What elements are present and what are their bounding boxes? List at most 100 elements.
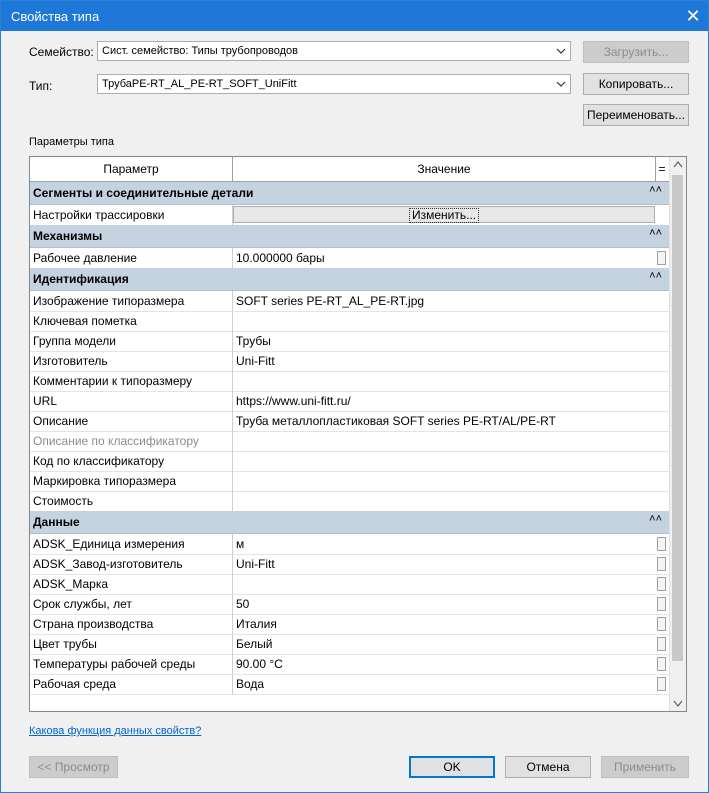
parameter-name: ADSK_Марка bbox=[33, 577, 109, 591]
column-divider bbox=[232, 491, 233, 511]
vertical-scrollbar[interactable] bbox=[669, 157, 686, 711]
group-header[interactable]: Механизмы ˄˄ bbox=[30, 225, 670, 248]
collapse-icon[interactable]: ˄˄ bbox=[649, 184, 662, 196]
parameter-value[interactable]: 10.000000 бары bbox=[236, 251, 325, 265]
help-link[interactable]: Какова функция данных свойств? bbox=[29, 725, 201, 737]
parameter-name: Рабочая среда bbox=[33, 677, 117, 691]
chevron-down-icon bbox=[556, 48, 566, 54]
parameter-row[interactable]: Настройки трассировки Изменить... bbox=[30, 205, 670, 226]
parameter-name: ADSK_Единица измерения bbox=[33, 537, 185, 551]
parameter-name: URL bbox=[33, 394, 58, 408]
collapse-icon[interactable]: ˄˄ bbox=[649, 513, 662, 525]
group-title: Механизмы bbox=[33, 229, 103, 243]
parameter-value[interactable]: м bbox=[236, 537, 244, 551]
scroll-down-icon[interactable] bbox=[673, 700, 683, 708]
load-button[interactable]: Загрузить... bbox=[583, 41, 689, 63]
column-divider bbox=[232, 331, 233, 351]
parameter-row[interactable]: ADSK_Единица измерения м bbox=[30, 534, 670, 555]
type-dropdown[interactable]: ТрубаPE-RT_AL_PE-RT_SOFT_UniFitt bbox=[97, 74, 571, 94]
parameter-name: Настройки трассировки bbox=[33, 208, 165, 222]
parameter-row[interactable]: Описание по классификатору bbox=[30, 431, 670, 452]
column-divider bbox=[232, 614, 233, 634]
title-bar[interactable]: Свойства типа ✕ bbox=[1, 1, 708, 31]
parameter-row[interactable]: Описание Труба металлопластиковая SOFT se… bbox=[30, 411, 670, 432]
parameter-row[interactable]: Маркировка типоразмера bbox=[30, 471, 670, 492]
parameter-value[interactable]: Италия bbox=[236, 617, 277, 631]
associate-parameter-button[interactable] bbox=[657, 557, 666, 571]
parameter-name: Страна производства bbox=[33, 617, 154, 631]
associate-parameter-button[interactable] bbox=[657, 577, 666, 591]
parameter-name: Маркировка типоразмера bbox=[33, 474, 177, 488]
preview-button[interactable]: << Просмотр bbox=[29, 756, 118, 778]
associate-parameter-button[interactable] bbox=[657, 617, 666, 631]
collapse-icon[interactable]: ˄˄ bbox=[649, 270, 662, 282]
column-divider bbox=[232, 291, 233, 311]
parameter-row[interactable]: Ключевая пометка bbox=[30, 311, 670, 332]
associate-parameter-button[interactable] bbox=[657, 597, 666, 611]
parameter-row[interactable]: Комментарии к типоразмеру bbox=[30, 371, 670, 392]
parameter-value[interactable]: SOFT series PE-RT_AL_PE-RT.jpg bbox=[236, 294, 424, 308]
group-title: Данные bbox=[33, 515, 80, 529]
associate-parameter-button[interactable] bbox=[657, 251, 666, 265]
parameter-row[interactable]: Страна производства Италия bbox=[30, 614, 670, 635]
family-dropdown[interactable]: Сист. семейство: Типы трубопроводов bbox=[97, 41, 571, 61]
group-title: Сегменты и соединительные детали bbox=[33, 186, 254, 200]
scroll-up-icon[interactable] bbox=[673, 160, 683, 168]
parameter-row[interactable]: Рабочая среда Вода bbox=[30, 674, 670, 695]
ok-button[interactable]: OK bbox=[409, 756, 495, 778]
parameter-value[interactable]: 90.00 °C bbox=[236, 657, 283, 671]
family-label: Семейство: bbox=[29, 45, 94, 59]
parameter-row[interactable]: Рабочее давление 10.000000 бары bbox=[30, 248, 670, 269]
parameter-name: Комментарии к типоразмеру bbox=[33, 374, 193, 388]
associate-parameter-button[interactable] bbox=[657, 657, 666, 671]
copy-button[interactable]: Копировать... bbox=[583, 73, 689, 95]
parameter-row[interactable]: Температуры рабочей среды 90.00 °C bbox=[30, 654, 670, 675]
associate-parameter-button[interactable] bbox=[657, 677, 666, 691]
column-divider bbox=[232, 594, 233, 614]
parameter-value[interactable]: 50 bbox=[236, 597, 249, 611]
column-divider bbox=[232, 411, 233, 431]
parameter-name: Описание bbox=[33, 414, 89, 428]
parameter-row[interactable]: Цвет трубы Белый bbox=[30, 634, 670, 655]
edit-routing-button[interactable]: Изменить... bbox=[233, 206, 655, 223]
parameter-value[interactable]: Труба металлопластиковая SOFT series PE-… bbox=[236, 414, 556, 428]
type-parameters-grid: Параметр Значение = Сегменты и соедините… bbox=[29, 156, 687, 712]
apply-button[interactable]: Применить bbox=[601, 756, 689, 778]
parameter-row[interactable]: Изображение типоразмера SOFT series PE-RT… bbox=[30, 291, 670, 312]
column-header-formula[interactable]: = bbox=[656, 157, 668, 181]
parameter-row[interactable]: Стоимость bbox=[30, 491, 670, 512]
parameter-row[interactable]: Группа модели Трубы bbox=[30, 331, 670, 352]
parameter-row[interactable]: Срок службы, лет 50 bbox=[30, 594, 670, 615]
column-header-value[interactable]: Значение bbox=[233, 157, 656, 181]
scroll-thumb[interactable] bbox=[672, 175, 683, 661]
parameter-name: Ключевая пометка bbox=[33, 314, 137, 328]
close-icon[interactable]: ✕ bbox=[678, 1, 708, 31]
parameter-value[interactable]: Трубы bbox=[236, 334, 271, 348]
parameter-name: Цвет трубы bbox=[33, 637, 97, 651]
column-divider bbox=[232, 574, 233, 594]
rename-button[interactable]: Переименовать... bbox=[583, 104, 689, 126]
parameter-row[interactable]: ADSK_Завод-изготовитель Uni-Fitt bbox=[30, 554, 670, 575]
parameter-value[interactable]: Uni-Fitt bbox=[236, 557, 275, 571]
parameter-row[interactable]: Изготовитель Uni-Fitt bbox=[30, 351, 670, 372]
type-parameters-label: Параметры типа bbox=[29, 136, 114, 148]
parameter-name: Описание по классификатору bbox=[33, 434, 199, 448]
group-header[interactable]: Данные ˄˄ bbox=[30, 511, 670, 534]
collapse-icon[interactable]: ˄˄ bbox=[649, 227, 662, 239]
column-divider bbox=[232, 351, 233, 371]
parameter-name: Изготовитель bbox=[33, 354, 108, 368]
parameter-row[interactable]: ADSK_Марка bbox=[30, 574, 670, 595]
group-header[interactable]: Сегменты и соединительные детали ˄˄ bbox=[30, 182, 670, 205]
parameter-row[interactable]: Код по классификатору bbox=[30, 451, 670, 472]
parameter-row[interactable]: URL https://www.uni-fitt.ru/ bbox=[30, 391, 670, 412]
associate-parameter-button[interactable] bbox=[657, 637, 666, 651]
parameter-value[interactable]: Белый bbox=[236, 637, 272, 651]
group-header[interactable]: Идентификация ˄˄ bbox=[30, 268, 670, 291]
associate-parameter-button[interactable] bbox=[657, 537, 666, 551]
parameter-value[interactable]: https://www.uni-fitt.ru/ bbox=[236, 394, 351, 408]
cancel-button[interactable]: Отмена bbox=[505, 756, 591, 778]
column-divider bbox=[232, 654, 233, 674]
column-header-parameter[interactable]: Параметр bbox=[30, 157, 233, 181]
parameter-value[interactable]: Uni-Fitt bbox=[236, 354, 275, 368]
parameter-value[interactable]: Вода bbox=[236, 677, 264, 691]
